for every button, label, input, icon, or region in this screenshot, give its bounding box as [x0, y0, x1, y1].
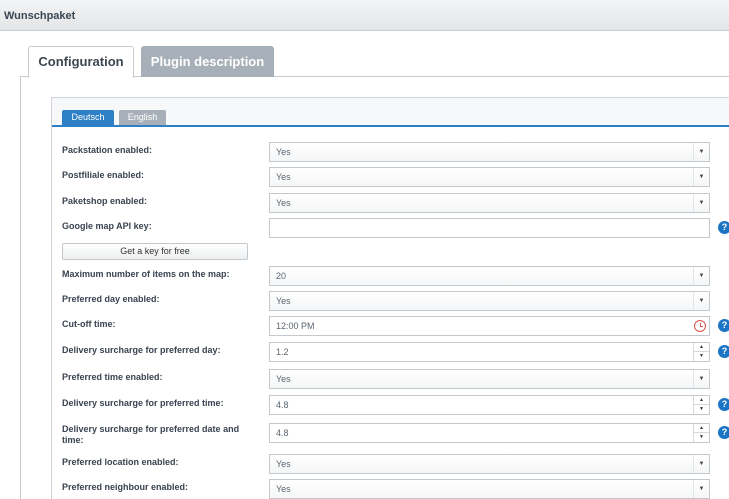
spinner-arrows-icon[interactable]: ▲ ▼: [693, 424, 709, 442]
preferred-neighbour-select[interactable]: Yes ▼: [269, 479, 710, 499]
preferred-time-value: Yes: [276, 374, 291, 384]
preferred-day-row: Preferred day enabled: Yes ▼: [52, 289, 729, 314]
spin-up-icon[interactable]: ▲: [694, 343, 709, 352]
surcharge-day-label: Delivery surcharge for preferred day:: [62, 345, 221, 355]
preferred-location-value: Yes: [276, 459, 291, 469]
help-icon[interactable]: ?: [718, 319, 729, 332]
cutoff-time-row: Cut-off time: 12:00 PM ?: [52, 314, 729, 339]
chevron-down-icon[interactable]: ▼: [693, 267, 709, 285]
tab-deutsch[interactable]: Deutsch: [62, 110, 114, 125]
clock-icon[interactable]: [694, 320, 706, 332]
api-key-label: Google map API key:: [62, 221, 152, 231]
surcharge-date-time-value: 4.8: [276, 428, 289, 438]
api-key-input[interactable]: [269, 218, 710, 238]
tab-english[interactable]: English: [119, 110, 166, 125]
spinner-arrows-icon[interactable]: ▲ ▼: [693, 343, 709, 361]
spin-up-icon[interactable]: ▲: [694, 424, 709, 433]
chevron-down-icon[interactable]: ▼: [693, 292, 709, 310]
paketshop-select[interactable]: Yes ▼: [269, 193, 710, 213]
paketshop-label: Paketshop enabled:: [62, 196, 148, 206]
packstation-label: Packstation enabled:: [62, 145, 153, 155]
postfiliale-label: Postfiliale enabled:: [62, 170, 145, 180]
chevron-down-icon[interactable]: ▼: [693, 370, 709, 388]
max-items-select[interactable]: 20 ▼: [269, 266, 710, 286]
surcharge-date-time-row: Delivery surcharge for preferred date an…: [52, 421, 729, 449]
surcharge-time-row: Delivery surcharge for preferred time: 4…: [52, 393, 729, 418]
chevron-down-icon[interactable]: ▼: [693, 143, 709, 161]
surcharge-day-input[interactable]: 1.2 ▲ ▼: [269, 342, 710, 362]
preferred-location-label: Preferred location enabled:: [62, 457, 179, 467]
postfiliale-select[interactable]: Yes ▼: [269, 167, 710, 187]
surcharge-day-row: Delivery surcharge for preferred day: 1.…: [52, 340, 729, 365]
spinner-arrows-icon[interactable]: ▲ ▼: [693, 396, 709, 414]
preferred-neighbour-row: Preferred neighbour enabled: Yes ▼: [52, 477, 729, 499]
surcharge-time-input[interactable]: 4.8 ▲ ▼: [269, 395, 710, 415]
cutoff-time-value: 12:00 PM: [276, 321, 315, 331]
cutoff-time-label: Cut-off time:: [62, 319, 116, 329]
spin-down-icon[interactable]: ▼: [694, 352, 709, 361]
packstation-value: Yes: [276, 147, 291, 157]
surcharge-date-time-label: Delivery surcharge for preferred date an…: [62, 424, 240, 445]
preferred-location-select[interactable]: Yes ▼: [269, 454, 710, 474]
spin-down-icon[interactable]: ▼: [694, 405, 709, 414]
tab-configuration[interactable]: Configuration: [28, 46, 134, 78]
language-tab-bar: Deutsch English: [52, 98, 729, 127]
chevron-down-icon[interactable]: ▼: [693, 168, 709, 186]
help-icon[interactable]: ?: [718, 426, 729, 439]
chevron-down-icon[interactable]: ▼: [693, 455, 709, 473]
help-icon[interactable]: ?: [718, 345, 729, 358]
window-header: Wunschpaket: [0, 0, 729, 31]
preferred-location-row: Preferred location enabled: Yes ▼: [52, 452, 729, 477]
surcharge-day-value: 1.2: [276, 347, 289, 357]
surcharge-date-time-input[interactable]: 4.8 ▲ ▼: [269, 423, 710, 443]
preferred-neighbour-value: Yes: [276, 484, 291, 494]
help-icon[interactable]: ?: [718, 398, 729, 411]
surcharge-time-value: 4.8: [276, 400, 289, 410]
preferred-day-value: Yes: [276, 296, 291, 306]
preferred-time-select[interactable]: Yes ▼: [269, 369, 710, 389]
max-items-row: Maximum number of items on the map: 20 ▼: [52, 264, 729, 289]
window-title: Wunschpaket: [4, 10, 76, 22]
preferred-day-label: Preferred day enabled:: [62, 294, 160, 304]
preferred-time-row: Preferred time enabled: Yes ▼: [52, 367, 729, 392]
get-key-button[interactable]: Get a key for free: [62, 243, 248, 260]
packstation-row: Packstation enabled: Yes ▼: [52, 140, 729, 165]
spin-up-icon[interactable]: ▲: [694, 396, 709, 405]
postfiliale-value: Yes: [276, 172, 291, 182]
preferred-time-label: Preferred time enabled:: [62, 372, 163, 382]
max-items-value: 20: [276, 271, 287, 281]
preferred-neighbour-label: Preferred neighbour enabled:: [62, 482, 189, 492]
surcharge-time-label: Delivery surcharge for preferred time:: [62, 398, 224, 408]
max-items-label: Maximum number of items on the map:: [62, 269, 230, 279]
chevron-down-icon[interactable]: ▼: [693, 480, 709, 498]
help-icon[interactable]: ?: [718, 221, 729, 234]
preferred-day-select[interactable]: Yes ▼: [269, 291, 710, 311]
cutoff-time-input[interactable]: 12:00 PM: [269, 316, 710, 336]
api-key-row: Google map API key: ?: [52, 216, 729, 241]
postfiliale-row: Postfiliale enabled: Yes ▼: [52, 165, 729, 190]
tab-plugin-description[interactable]: Plugin description: [141, 46, 274, 77]
chevron-down-icon[interactable]: ▼: [693, 194, 709, 212]
paketshop-row: Paketshop enabled: Yes ▼: [52, 191, 729, 216]
spin-down-icon[interactable]: ▼: [694, 433, 709, 442]
paketshop-value: Yes: [276, 198, 291, 208]
packstation-select[interactable]: Yes ▼: [269, 142, 710, 162]
